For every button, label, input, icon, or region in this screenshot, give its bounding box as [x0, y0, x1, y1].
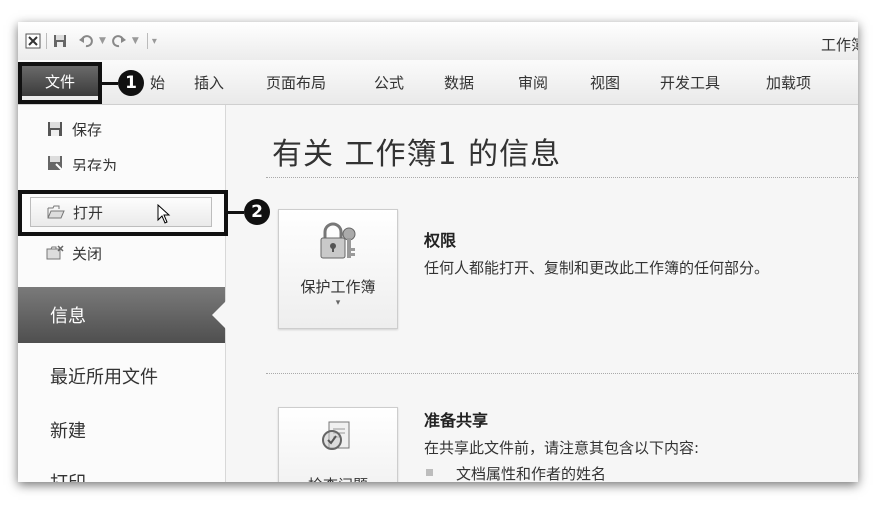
close-folder-icon: [46, 245, 64, 261]
save-icon[interactable]: [51, 32, 69, 50]
redo-dropdown-icon[interactable]: ▼: [132, 36, 139, 46]
undo-dropdown-icon[interactable]: ▼: [99, 36, 106, 46]
divider: [266, 373, 858, 374]
inspect-document-icon: [319, 420, 355, 460]
backstage-nav: 保存 另存为 打开 关闭 信息 最近所用文件 新建: [18, 105, 226, 482]
permissions-title: 权限: [424, 231, 457, 250]
backstage-new[interactable]: 新建: [50, 417, 86, 443]
info-panel: 有关 工作簿1 的信息 保护工作簿 ▾ 权限 任何人都能打开、复制和更改此工作簿…: [226, 105, 858, 482]
backstage-close-label: 关闭: [72, 244, 103, 263]
excel-window: ▼ ▼ ▾ 工作簿 文件 始 插入 页面布局 公式 数据 审阅 视图 开发工具 …: [18, 22, 858, 482]
backstage-recent[interactable]: 最近所用文件: [50, 363, 158, 389]
save-icon: [46, 121, 64, 137]
excel-logo-icon[interactable]: [24, 32, 42, 50]
backstage-save-label: 保存: [72, 120, 103, 139]
tab-page-layout[interactable]: 页面布局: [266, 72, 326, 93]
tab-home-partial[interactable]: 始: [150, 72, 165, 93]
ribbon-tabs: 文件 始 插入 页面布局 公式 数据 审阅 视图 开发工具 加载项: [18, 60, 858, 105]
callout-badge-1: 1: [118, 70, 144, 96]
backstage-close[interactable]: 关闭: [46, 241, 102, 265]
tab-addins[interactable]: 加载项: [766, 72, 811, 93]
check-issues-button[interactable]: 检查问题: [278, 407, 398, 482]
page-title: 有关 工作簿1 的信息: [272, 137, 562, 172]
callout-box-1: [18, 62, 102, 104]
tab-formulas[interactable]: 公式: [374, 72, 404, 93]
protect-workbook-button[interactable]: 保护工作簿 ▾: [278, 209, 398, 329]
chevron-down-icon: ▾: [335, 298, 341, 308]
window-title: 工作簿: [820, 36, 858, 54]
save-as-icon: [46, 155, 64, 171]
callout-badge-2: 2: [244, 199, 270, 225]
backstage-info-label: 信息: [50, 306, 86, 327]
permissions-desc: 任何人都能打开、复制和更改此工作簿的任何部分。: [424, 259, 770, 277]
backstage-save[interactable]: 保存: [46, 117, 102, 141]
lock-key-icon: [317, 222, 359, 266]
callout-box-2: [18, 190, 228, 236]
callout-connector-1: [102, 82, 118, 85]
tab-view[interactable]: 视图: [590, 72, 620, 93]
quick-access-toolbar: ▼ ▼ ▾: [24, 31, 157, 51]
backstage-print[interactable]: 打印: [50, 469, 86, 482]
tab-data[interactable]: 数据: [444, 72, 474, 93]
bullet-icon: [426, 469, 433, 476]
protect-workbook-label: 保护工作簿: [300, 278, 376, 296]
selection-pointer-icon: [212, 301, 226, 329]
redo-icon[interactable]: [110, 32, 128, 50]
customize-toolbar-icon[interactable]: ▾: [152, 36, 157, 47]
tab-developer[interactable]: 开发工具: [660, 72, 720, 93]
backstage-save-as-label: 另存为: [72, 157, 118, 171]
backstage-info[interactable]: 信息: [18, 287, 225, 343]
backstage-save-as[interactable]: 另存为: [46, 155, 117, 171]
title-bar: ▼ ▼ ▾ 工作簿: [18, 22, 858, 60]
prepare-share-item: 文档属性和作者的姓名: [456, 465, 607, 482]
divider: [266, 177, 858, 178]
check-issues-label: 检查问题: [279, 474, 397, 482]
tab-review[interactable]: 审阅: [518, 72, 548, 93]
tab-insert[interactable]: 插入: [194, 72, 224, 93]
undo-icon[interactable]: [77, 32, 95, 50]
callout-connector-2: [228, 211, 244, 214]
prepare-share-title: 准备共享: [424, 411, 489, 430]
prepare-share-desc: 在共享此文件前，请注意其包含以下内容:: [424, 439, 700, 457]
